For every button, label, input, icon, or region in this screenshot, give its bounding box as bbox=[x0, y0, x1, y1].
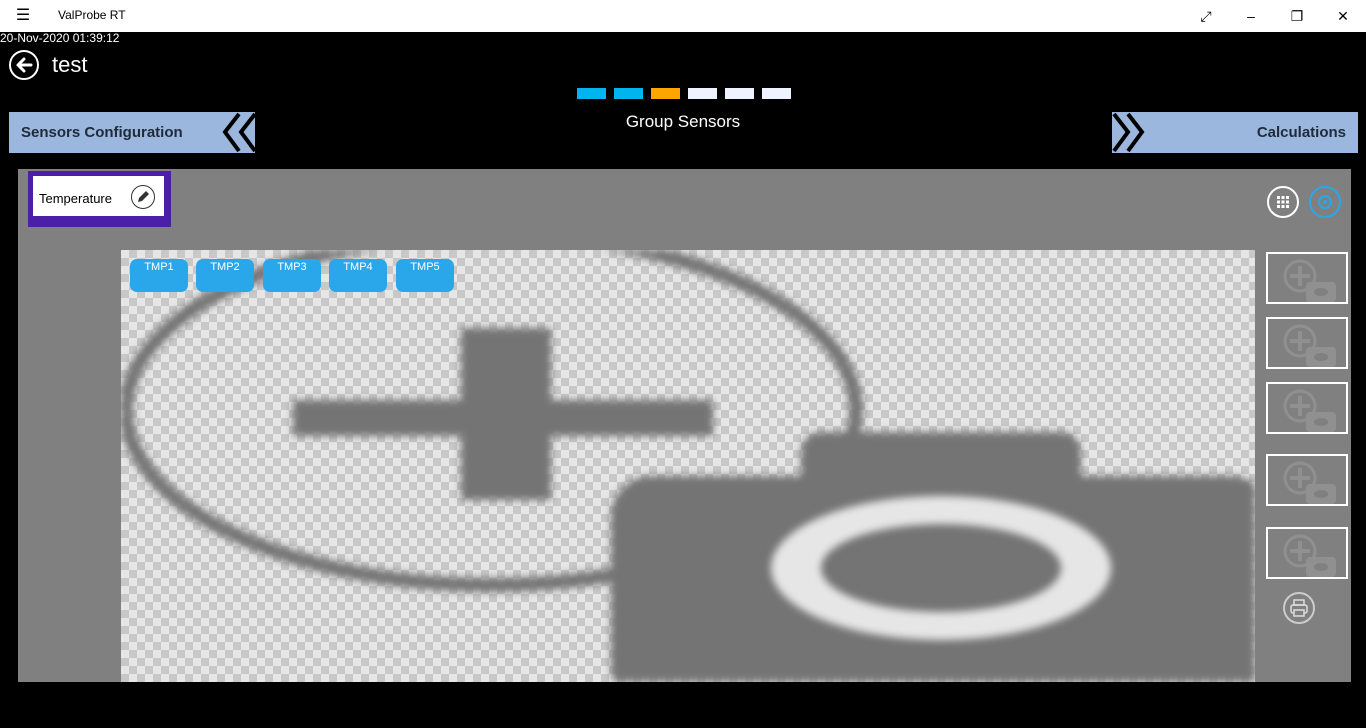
restore-button[interactable]: ❐ bbox=[1274, 0, 1320, 32]
next-step-button[interactable]: Calculations bbox=[1112, 112, 1358, 153]
progress-step bbox=[577, 88, 606, 99]
title-bar: ☰ ValProbe RT ⤢ – ❐ ✕ bbox=[0, 0, 1366, 32]
image-slot[interactable] bbox=[1266, 252, 1348, 304]
progress-step bbox=[614, 88, 643, 99]
image-slot[interactable] bbox=[1266, 454, 1348, 506]
sensor-chip[interactable]: TMP3 bbox=[263, 259, 321, 292]
add-photo-icon bbox=[1283, 389, 1336, 432]
minimize-button[interactable]: – bbox=[1228, 0, 1274, 32]
app-title: ValProbe RT bbox=[58, 8, 126, 22]
pencil-icon bbox=[138, 191, 149, 202]
page-title: test bbox=[52, 52, 88, 77]
hamburger-menu-icon[interactable]: ☰ bbox=[10, 6, 36, 26]
group-image-area[interactable] bbox=[121, 250, 1255, 682]
progress-step bbox=[725, 88, 754, 99]
group-name: Temperature bbox=[39, 191, 112, 206]
view-icon bbox=[1318, 195, 1332, 209]
print-icon bbox=[1290, 599, 1308, 617]
fullscreen-button[interactable]: ⤢ bbox=[1183, 0, 1229, 32]
grid-icon bbox=[1277, 196, 1289, 208]
grid-button[interactable] bbox=[1267, 186, 1299, 218]
sensor-chip[interactable]: TMP1 bbox=[130, 259, 188, 292]
image-slot[interactable] bbox=[1266, 527, 1348, 579]
image-slot[interactable] bbox=[1266, 317, 1348, 369]
close-button[interactable]: ✕ bbox=[1320, 0, 1366, 32]
chevron-double-right-icon bbox=[1112, 112, 1145, 153]
next-step-label: Calculations bbox=[1256, 124, 1346, 141]
back-button[interactable] bbox=[9, 50, 39, 80]
view-button[interactable] bbox=[1309, 186, 1341, 218]
progress-step bbox=[762, 88, 791, 99]
datetime-label: 20-Nov-2020 01:39:12 bbox=[0, 31, 120, 45]
progress-step bbox=[651, 88, 680, 99]
add-photo-icon bbox=[121, 250, 1255, 682]
print-button[interactable] bbox=[1283, 592, 1315, 624]
add-photo-icon bbox=[1283, 324, 1336, 367]
group-name-field: Temperature bbox=[33, 176, 164, 216]
sensor-chip[interactable]: TMP2 bbox=[196, 259, 254, 292]
group-name-box[interactable]: Temperature bbox=[28, 171, 171, 227]
arrow-left-icon bbox=[16, 57, 33, 73]
progress-step bbox=[688, 88, 717, 99]
sensor-chip[interactable]: TMP4 bbox=[329, 259, 387, 292]
add-photo-icon bbox=[1283, 259, 1336, 302]
image-slot[interactable] bbox=[1266, 382, 1348, 434]
sensor-chip[interactable]: TMP5 bbox=[396, 259, 454, 292]
add-photo-icon bbox=[1283, 534, 1336, 577]
add-photo-icon bbox=[1283, 461, 1336, 504]
edit-button[interactable] bbox=[131, 185, 155, 209]
